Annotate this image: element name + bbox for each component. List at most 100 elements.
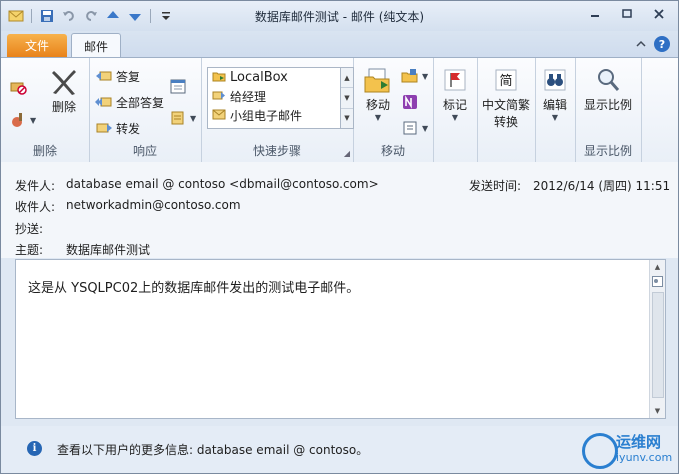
scroll-thumb[interactable] (652, 292, 664, 398)
window-title: 数据库邮件测试 - 邮件 (纯文本) (254, 10, 425, 24)
ribbon-group-respond: 答复 全部答复 转发 ▼ 响应 (89, 58, 202, 162)
maximize-button[interactable] (614, 5, 640, 23)
move-folder-icon (362, 64, 394, 96)
quick-steps-up-button[interactable]: ▲ (341, 68, 353, 89)
scroll-up-button[interactable]: ▲ (650, 260, 665, 274)
reply-all-button[interactable]: 全部答复 (95, 92, 164, 112)
rules-icon (401, 67, 419, 85)
onenote-icon (401, 93, 419, 111)
message-body[interactable]: 这是从 YSQLPC02上的数据库邮件发出的测试电子邮件。 ▲ ▼ (15, 259, 666, 419)
reply-icon (95, 67, 113, 85)
message-body-text: 这是从 YSQLPC02上的数据库邮件发出的测试电子邮件。 (28, 281, 360, 296)
forward-mail-icon (212, 88, 226, 105)
dropdown-arrow-icon: ▼ (551, 113, 559, 122)
actions-icon (401, 119, 419, 137)
forward-icon (95, 119, 113, 137)
quick-step-localbox[interactable]: LocalBox (208, 68, 340, 87)
delete-button[interactable]: 删除 (45, 66, 83, 115)
collapse-ribbon-icon[interactable] (636, 37, 646, 51)
mark-label: 标记 (442, 98, 467, 112)
quick-steps-gallery: LocalBox 给经理 小组电子邮件 (207, 67, 341, 129)
forward-button[interactable]: 转发 (95, 118, 140, 138)
quick-step-to-manager[interactable]: 给经理 (208, 87, 340, 106)
team-mail-icon (212, 107, 226, 124)
ribbon-group-quick-steps: LocalBox 给经理 小组电子邮件 ▲ ▼ ▼ 快速步骤 ◢ (201, 58, 354, 162)
watermark-url: iyunv.com (616, 451, 673, 464)
folder-move-icon (212, 69, 226, 87)
move-label: 移动 (365, 98, 390, 112)
watermark-name: 运维网 (616, 433, 662, 451)
dropdown-arrow-icon: ▼ (422, 71, 429, 81)
move-button[interactable]: 移动 ▼ (359, 64, 397, 122)
window-controls (582, 5, 672, 23)
ribbon-group-tags: 标记 ▼ (433, 58, 478, 162)
svg-text:简: 简 (499, 73, 512, 89)
magnifier-icon (592, 64, 624, 96)
chinese-conversion-button[interactable]: 简 中文简繁 转换 (479, 64, 533, 130)
quick-step-label: 给经理 (230, 90, 267, 104)
scroll-down-button[interactable]: ▼ (650, 404, 665, 418)
forward-label: 转发 (116, 121, 141, 136)
mark-button[interactable]: 标记 ▼ (437, 64, 473, 122)
flag-icon (439, 64, 471, 96)
dropdown-arrow-icon: ▼ (190, 113, 197, 123)
chinese-conversion-label-2: 转换 (493, 115, 518, 129)
subject-value: 数据库邮件测试 (66, 243, 151, 257)
minimize-button[interactable] (582, 5, 608, 23)
info-icon: i (27, 441, 42, 456)
quick-step-team-email[interactable]: 小组电子邮件 (208, 106, 340, 125)
to-value[interactable]: networkadmin@contoso.com (66, 198, 241, 212)
help-icon[interactable]: ? (654, 36, 670, 52)
dropdown-arrow-icon: ▼ (30, 115, 37, 125)
from-value[interactable]: database email @ contoso <dbmail@contoso… (66, 177, 379, 191)
rules-button[interactable]: ▼ (401, 66, 428, 86)
message-header: 发件人: database email @ contoso <dbmail@co… (1, 162, 678, 258)
ignore-icon (9, 77, 27, 95)
close-button[interactable] (646, 5, 672, 23)
tab-mail[interactable]: 邮件 (71, 33, 121, 58)
quick-steps-more-button[interactable]: ▼ (341, 109, 353, 128)
ribbon-group-zoom: 显示比例 显示比例 (575, 58, 642, 162)
outlook-message-window: 数据库邮件测试 - 邮件 (纯文本) 文件 邮件 ? ▼ 删除 删除 答复 全部… (0, 0, 679, 474)
dialog-launcher-icon[interactable]: ◢ (344, 149, 350, 158)
ribbon-right-controls: ? (636, 36, 670, 52)
ribbon-group-edit: 编辑 ▼ (535, 58, 576, 162)
contact-card-icon[interactable] (650, 274, 665, 288)
chinese-conversion-label-1: 中文简繁 (481, 98, 530, 112)
meeting-reply-button[interactable] (169, 76, 187, 96)
delete-label: 删除 (51, 100, 76, 114)
ribbon-group-chinese-conversion: 简 中文简繁 转换 (477, 58, 536, 162)
cleanup-icon (9, 111, 27, 129)
quick-step-label: 小组电子邮件 (230, 109, 303, 123)
group-label-quick-steps: 快速步骤 (252, 144, 301, 158)
actions-button[interactable]: ▼ (401, 118, 428, 138)
cleanup-button[interactable]: ▼ (9, 110, 36, 130)
zoom-button[interactable]: 显示比例 (579, 64, 637, 113)
subject-label: 主题: (15, 243, 44, 257)
ignore-button[interactable] (9, 76, 27, 96)
group-label-move: 移动 (380, 144, 405, 158)
more-icon (169, 109, 187, 127)
ribbon-tab-row: 文件 邮件 ? (1, 31, 678, 58)
people-info-bar: i 查看以下用户的更多信息: database email @ contoso。… (1, 426, 678, 473)
group-label-delete: 删除 (32, 144, 57, 158)
body-scrollbar[interactable]: ▲ ▼ (649, 260, 665, 418)
dropdown-arrow-icon: ▼ (451, 113, 459, 122)
edit-button[interactable]: 编辑 ▼ (537, 64, 573, 122)
calendar-icon (169, 77, 187, 95)
quick-steps-down-button[interactable]: ▼ (341, 88, 353, 109)
ribbon: ▼ 删除 删除 答复 全部答复 转发 ▼ 响应 LocalBox 给经理 小组电… (1, 57, 678, 163)
sent-label: 发送时间: (469, 179, 522, 193)
tab-file[interactable]: 文件 (7, 34, 67, 57)
zoom-label: 显示比例 (583, 98, 632, 112)
edit-label: 编辑 (542, 98, 567, 112)
more-respond-button[interactable]: ▼ (169, 108, 196, 128)
reply-button[interactable]: 答复 (95, 66, 140, 86)
onenote-button[interactable] (401, 92, 419, 112)
reply-all-icon (95, 93, 113, 111)
people-info-text[interactable]: 查看以下用户的更多信息: database email @ contoso。 (57, 441, 368, 458)
title-bar: 数据库邮件测试 - 邮件 (纯文本) (1, 1, 678, 31)
chinese-conversion-icon: 简 (490, 64, 522, 96)
ribbon-group-delete: ▼ 删除 删除 (1, 58, 90, 162)
sent-value: 2012/6/14 (周四) 11:51 (533, 179, 671, 193)
